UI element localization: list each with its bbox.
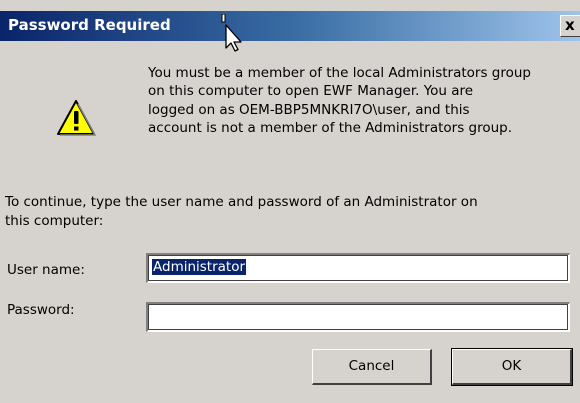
- ok-button[interactable]: OK: [451, 348, 573, 386]
- warning-icon: [57, 100, 96, 136]
- password-label: Password:: [7, 302, 75, 318]
- title-bar[interactable]: Password Required x: [0, 11, 580, 41]
- warning-message: You must be a member of the local Admini…: [148, 65, 531, 136]
- dialog-title: Password Required: [8, 16, 171, 34]
- mouse-cursor-icon: [221, 14, 242, 52]
- username-value: Administrator: [152, 259, 247, 275]
- close-button[interactable]: x: [560, 15, 580, 37]
- instruction-text: To continue, type the user name and pass…: [5, 194, 478, 229]
- password-input[interactable]: [146, 302, 570, 332]
- username-label: User name:: [7, 262, 85, 278]
- cancel-button[interactable]: Cancel: [312, 349, 432, 385]
- password-required-dialog: Password Required x You must be a member…: [0, 0, 580, 403]
- username-input[interactable]: Administrator: [146, 253, 570, 283]
